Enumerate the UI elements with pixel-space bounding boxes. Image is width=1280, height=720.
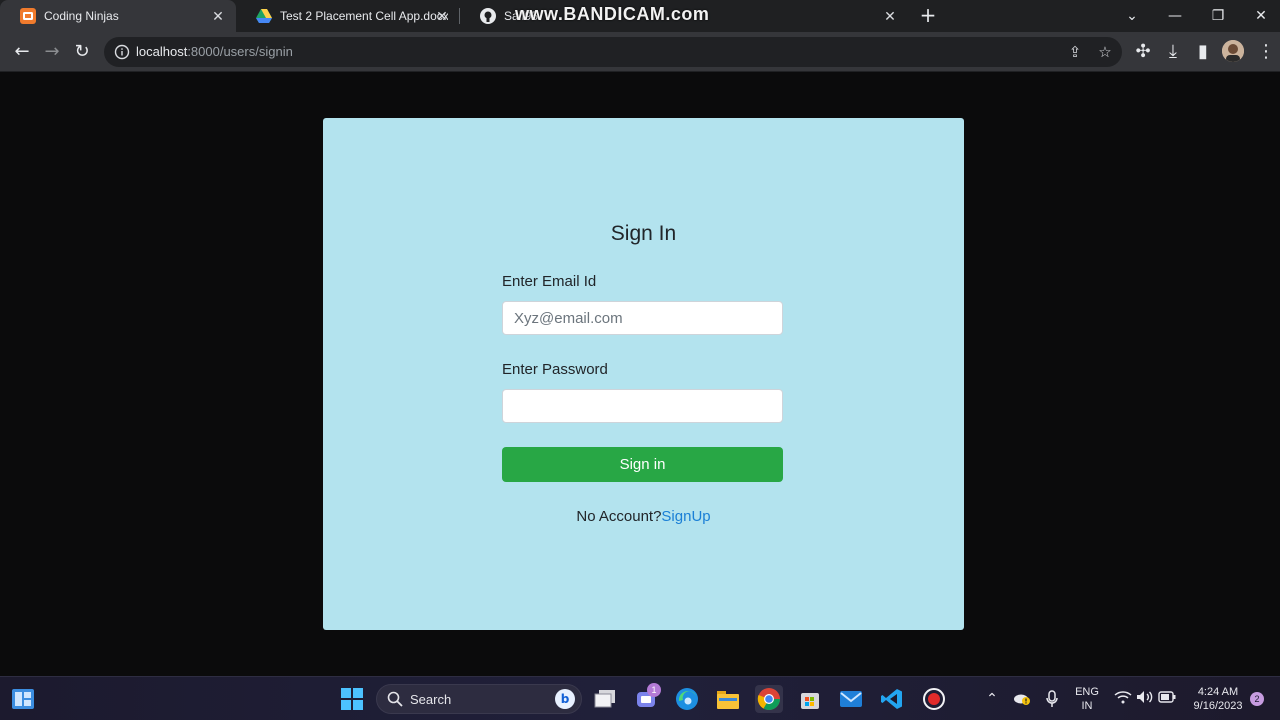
widgets-icon[interactable] (9, 685, 37, 713)
windows-taskbar: Search b 1 ⌃ ENG IN 4:24 AM 9/16/2023 2 (0, 676, 1280, 720)
notification-badge[interactable]: 2 (1250, 692, 1264, 706)
profile-avatar[interactable] (1222, 40, 1244, 62)
address-bar[interactable]: localhost:8000/users/signin ⇪ ☆ (104, 37, 1122, 67)
share-icon[interactable]: ⇪ (1066, 43, 1084, 61)
google-drive-icon (256, 8, 272, 24)
bing-icon[interactable]: b (555, 689, 575, 709)
minimize-button[interactable]: — (1165, 6, 1185, 26)
tab-strip: Coding Ninjas ✕ Test 2 Placement Cell Ap… (0, 0, 1280, 32)
password-field[interactable] (502, 389, 783, 423)
vscode-icon[interactable] (878, 685, 906, 713)
site-info-icon[interactable] (114, 44, 130, 60)
taskbar-search[interactable]: Search b (376, 684, 582, 714)
tab-title: Test 2 Placement Cell App.docx - (280, 9, 448, 23)
browser-menu-icon[interactable]: ⋮ (1254, 40, 1278, 64)
chrome-icon[interactable] (755, 685, 783, 713)
microsoft-store-icon[interactable] (796, 685, 824, 713)
close-tab-icon[interactable]: ✕ (882, 8, 898, 24)
wifi-icon[interactable] (1114, 690, 1132, 708)
mail-icon[interactable] (837, 685, 865, 713)
page-title: Sign In (610, 222, 677, 245)
email-label: Enter Email Id (502, 273, 597, 290)
signin-button[interactable]: Sign in (502, 447, 783, 482)
close-tab-icon[interactable]: ✕ (434, 8, 450, 24)
tab-coding-ninjas[interactable]: Coding Ninjas ✕ (0, 0, 236, 32)
back-arrow-icon[interactable]: ← (10, 40, 34, 64)
forward-arrow-icon[interactable]: → (40, 40, 64, 64)
bandicam-watermark: www.BANDICAM.com (515, 4, 710, 24)
tab-placement-doc[interactable]: Test 2 Placement Cell App.docx - ✕ (236, 0, 460, 32)
bandicam-record-icon[interactable] (920, 685, 948, 713)
password-label: Enter Password (502, 361, 608, 378)
search-label: Search (410, 692, 452, 707)
web-page: Sign In Enter Email Id Enter Password Si… (0, 72, 1280, 676)
bookmark-star-icon[interactable]: ☆ (1096, 43, 1114, 61)
tab-search-chevron-icon[interactable]: ⌄ (1122, 6, 1142, 26)
task-view-icon[interactable] (591, 685, 619, 713)
tab-title: Coding Ninjas (44, 9, 119, 23)
clock-date: 9/16/2023 (1193, 700, 1243, 712)
signin-card: Sign In Enter Email Id Enter Password Si… (323, 118, 964, 630)
onedrive-warning-icon[interactable] (1013, 690, 1031, 708)
signup-link[interactable]: SignUp (661, 508, 710, 525)
no-account-line: No Account?SignUp (323, 508, 964, 525)
search-icon (387, 691, 403, 707)
restore-button[interactable]: ❐ (1208, 6, 1228, 26)
battery-icon[interactable] (1158, 690, 1176, 708)
email-field[interactable] (502, 301, 783, 335)
url-text[interactable]: localhost:8000/users/signin (136, 44, 293, 59)
clock-time: 4:24 AM (1197, 686, 1239, 698)
close-tab-icon[interactable]: ✕ (210, 8, 226, 24)
github-icon (480, 8, 496, 24)
windows-start-icon[interactable] (338, 685, 366, 713)
download-icon[interactable]: ⤓ (1161, 40, 1185, 64)
side-panel-icon[interactable]: ▮ (1191, 40, 1215, 64)
extensions-puzzle-icon[interactable]: ✣ (1131, 40, 1155, 64)
edge-icon[interactable] (673, 685, 701, 713)
clock[interactable]: 4:24 AM 9/16/2023 (1186, 685, 1250, 713)
coding-ninjas-icon (20, 8, 36, 24)
file-explorer-icon[interactable] (714, 685, 742, 713)
close-window-button[interactable]: ✕ (1251, 6, 1271, 26)
teams-badge: 1 (647, 683, 661, 697)
no-account-text: No Account? (576, 508, 662, 525)
reload-icon[interactable]: ↻ (70, 40, 94, 64)
microphone-icon[interactable] (1043, 690, 1061, 708)
show-hidden-icons-chevron-icon[interactable]: ⌃ (983, 690, 1001, 708)
volume-icon[interactable] (1136, 690, 1154, 708)
language-indicator[interactable]: ENG IN (1072, 685, 1102, 713)
new-tab-button[interactable]: + (918, 5, 938, 26)
